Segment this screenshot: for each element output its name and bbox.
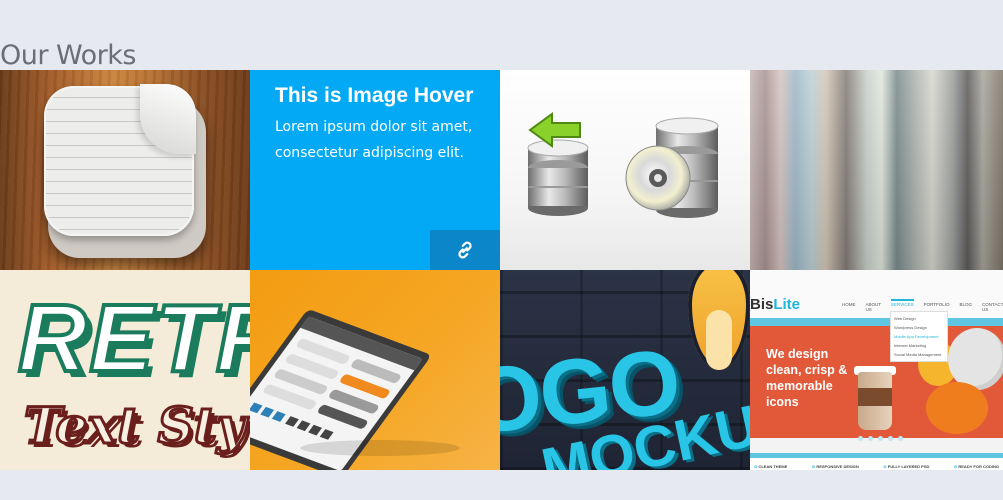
portfolio-item-logo-mockup[interactable]: OGO MOCKUP: [500, 270, 750, 470]
hover-description: Lorem ipsum dolor sit amet, consectetur …: [275, 119, 473, 161]
portfolio-item-hover[interactable]: This is Image Hover Lorem ipsum dolor si…: [250, 70, 500, 270]
database-back-arrow-icon: [527, 112, 719, 218]
web-nav-item: BLOG: [959, 302, 973, 307]
web-nav-item: CONTACT US: [982, 302, 1003, 312]
retro-headline: RETR: [16, 283, 250, 394]
web-hero-stripe: [750, 318, 1003, 326]
web-menu-item: Internet Marketing: [894, 343, 927, 348]
web-menu-item: Wordpress Design: [894, 325, 927, 330]
portfolio-item-website-template[interactable]: BisLite HOME ABOUT US SERVICES PORTFOLIO…: [750, 270, 1003, 470]
phone-ui-mockup: [250, 310, 460, 470]
web-dropdown-menu: Web Design Wordpress Design Mobile App D…: [890, 311, 948, 362]
web-feature: RESPONSIVE DESIGN: [812, 464, 858, 469]
portfolio-item-retro-text[interactable]: RETR Text Sty: [0, 270, 250, 470]
speech-bubble-orange: [926, 382, 988, 434]
web-feature: CLEAN THEME: [754, 464, 787, 469]
portfolio-grid: This is Image Hover Lorem ipsum dolor si…: [0, 70, 1003, 470]
web-menu-item: Web Design: [894, 316, 916, 321]
link-icon: [458, 241, 472, 259]
web-brand: BisLite: [750, 296, 800, 313]
page-title: Our Works: [0, 40, 136, 72]
retro-subline: Text Sty: [23, 395, 248, 457]
link-button[interactable]: [430, 230, 500, 270]
web-nav-item: HOME: [842, 302, 856, 307]
web-menu-item-selected: Mobile App Development: [894, 334, 939, 339]
web-feature: FULLY LAYERED PSD: [883, 464, 930, 469]
portfolio-item-notes-icon[interactable]: [0, 70, 250, 270]
portfolio-item-app-ui[interactable]: [250, 270, 500, 470]
web-menu-item: Social Media Management: [894, 352, 942, 357]
coffee-band: [858, 388, 892, 406]
portfolio-item-database-icons[interactable]: [500, 70, 750, 270]
brand-prefix: Bis: [750, 296, 774, 313]
web-feature: READY FOR CODING: [954, 464, 999, 469]
web-hero-text: We design clean, crisp & memorable icons: [766, 347, 848, 409]
blur-overlay: [750, 70, 1003, 270]
slider-dots: [858, 436, 903, 441]
web-nav-item: ABOUT US: [865, 302, 881, 312]
flame-inner: [706, 310, 732, 370]
hover-title: This is Image Hover: [275, 84, 474, 107]
portfolio-item-blurred-stripes[interactable]: [750, 70, 1003, 270]
web-features: CLEAN THEME RESPONSIVE DESIGN FULLY LAYE…: [750, 464, 1003, 469]
brand-suffix: Lite: [773, 296, 801, 313]
speech-bubble-grey: [948, 328, 1003, 390]
